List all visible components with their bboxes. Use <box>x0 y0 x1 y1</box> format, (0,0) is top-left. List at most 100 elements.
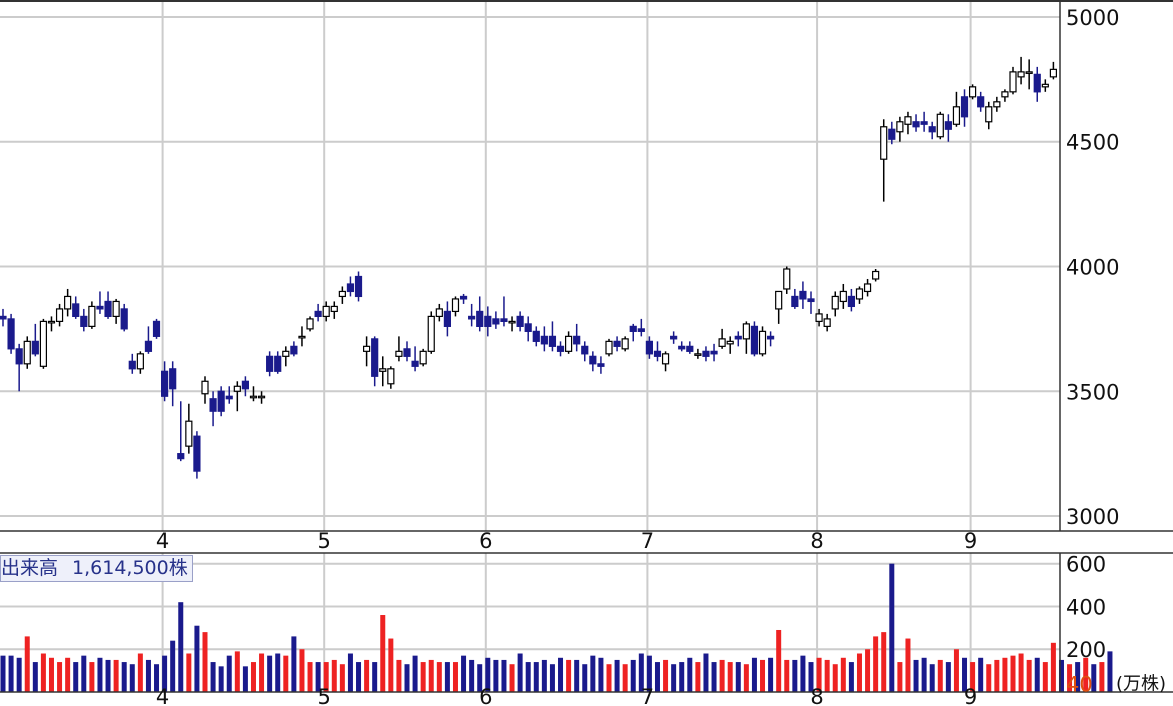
volume-bar <box>606 664 612 692</box>
month-tick-label: 5 <box>318 529 331 553</box>
volume-bar <box>57 662 63 692</box>
volume-tick-label: 600 <box>1066 553 1106 577</box>
candle-body <box>524 323 532 332</box>
candle-body <box>694 353 702 356</box>
candle-body <box>274 355 282 372</box>
volume-bar <box>194 625 200 692</box>
volume-unit-value: 40 <box>1066 672 1093 696</box>
volume-month-tick-label: 6 <box>479 685 492 706</box>
price-tick-label: 3500 <box>1066 380 1119 404</box>
volume-bar <box>48 657 54 692</box>
volume-bar <box>218 666 224 692</box>
candle-body <box>257 395 266 399</box>
volume-bar <box>1034 657 1040 692</box>
volume-bar <box>566 659 572 692</box>
volume-bar <box>921 657 927 692</box>
candle-body <box>233 385 241 392</box>
volume-bar <box>461 655 467 692</box>
candle-body <box>758 330 767 355</box>
candle-body <box>540 335 548 345</box>
candle-body <box>985 106 993 123</box>
candle-body <box>1009 71 1017 93</box>
volume-bar <box>630 659 636 692</box>
candle-body <box>516 315 524 327</box>
candle-body <box>330 305 338 313</box>
volume-bar <box>113 659 119 692</box>
candle-body <box>128 360 136 370</box>
candle-body <box>645 340 654 355</box>
candle-body <box>144 340 153 352</box>
volume-month-tick-label: 4 <box>156 685 169 706</box>
month-tick-label: 8 <box>810 529 823 553</box>
volume-bar <box>339 664 345 692</box>
volume-bar <box>614 659 620 692</box>
stock-chart: 3000 3500 4000 4500 5000 200 400 600 40 (万株) 4 4 5 5 6… <box>0 0 1173 706</box>
candle-body <box>734 335 742 340</box>
candle-body <box>839 290 847 303</box>
candle-body <box>225 395 233 400</box>
candle-body <box>508 320 516 324</box>
volume-bar <box>404 664 410 692</box>
volume-bar <box>719 659 725 692</box>
candle-body <box>936 113 944 138</box>
volume-bar <box>129 664 135 692</box>
volume-bar <box>1099 662 1105 692</box>
volume-bar <box>275 653 281 692</box>
candle-body <box>775 290 783 310</box>
candle-body <box>427 315 435 352</box>
candle-body <box>564 335 573 352</box>
volume-bar <box>250 662 256 692</box>
candle-body <box>72 303 80 318</box>
candle-body <box>581 345 589 355</box>
volume-bar <box>283 655 289 692</box>
volume-bar <box>89 662 95 692</box>
volume-bar <box>291 636 297 692</box>
candle-body <box>710 350 718 355</box>
volume-bar <box>105 659 111 692</box>
volume-bar <box>307 662 313 692</box>
month-tick-label: 7 <box>641 529 654 553</box>
candle-body <box>64 295 72 310</box>
volume-unit-label: (万株) <box>1116 673 1166 694</box>
volume-bar <box>396 659 402 692</box>
volume-bar <box>590 655 596 692</box>
volume-bar <box>832 664 838 692</box>
candle-body <box>573 335 581 345</box>
price-tick-label: 5000 <box>1066 6 1119 30</box>
candle-body <box>23 340 31 365</box>
candle-body <box>193 435 201 472</box>
candle-body <box>532 330 540 342</box>
candle-body <box>411 360 419 367</box>
candle-body <box>589 355 597 365</box>
candle-body <box>112 300 120 318</box>
volume-bar <box>8 655 14 692</box>
candle-body <box>904 116 912 125</box>
price-tick-label: 4500 <box>1066 131 1119 155</box>
volume-bar <box>695 662 701 692</box>
volume-bar <box>727 662 733 692</box>
volume-bar <box>137 653 143 692</box>
candle-body <box>661 353 670 365</box>
candle-body <box>605 340 613 355</box>
volume-bar <box>558 657 564 692</box>
volume-bar <box>364 659 370 692</box>
candle-body <box>39 320 48 367</box>
candle-body <box>338 290 346 298</box>
candle-body <box>847 295 856 308</box>
volume-bar <box>226 655 232 692</box>
candle-body <box>863 283 872 293</box>
volume-legend: 出来高 1,614,500株 <box>0 555 193 582</box>
candle-body <box>718 338 726 347</box>
candle-body <box>686 345 694 352</box>
volume-bar <box>582 664 588 692</box>
candle-body <box>726 340 734 345</box>
candle-body <box>387 368 395 385</box>
volume-bar <box>994 659 1000 692</box>
volume-bar <box>784 659 790 692</box>
volume-bar <box>517 653 523 692</box>
candle-body <box>435 308 443 318</box>
volume-month-tick-label: 8 <box>810 685 823 706</box>
volume-bar <box>469 659 475 692</box>
volume-bar <box>897 662 903 692</box>
candle-body <box>395 350 403 357</box>
